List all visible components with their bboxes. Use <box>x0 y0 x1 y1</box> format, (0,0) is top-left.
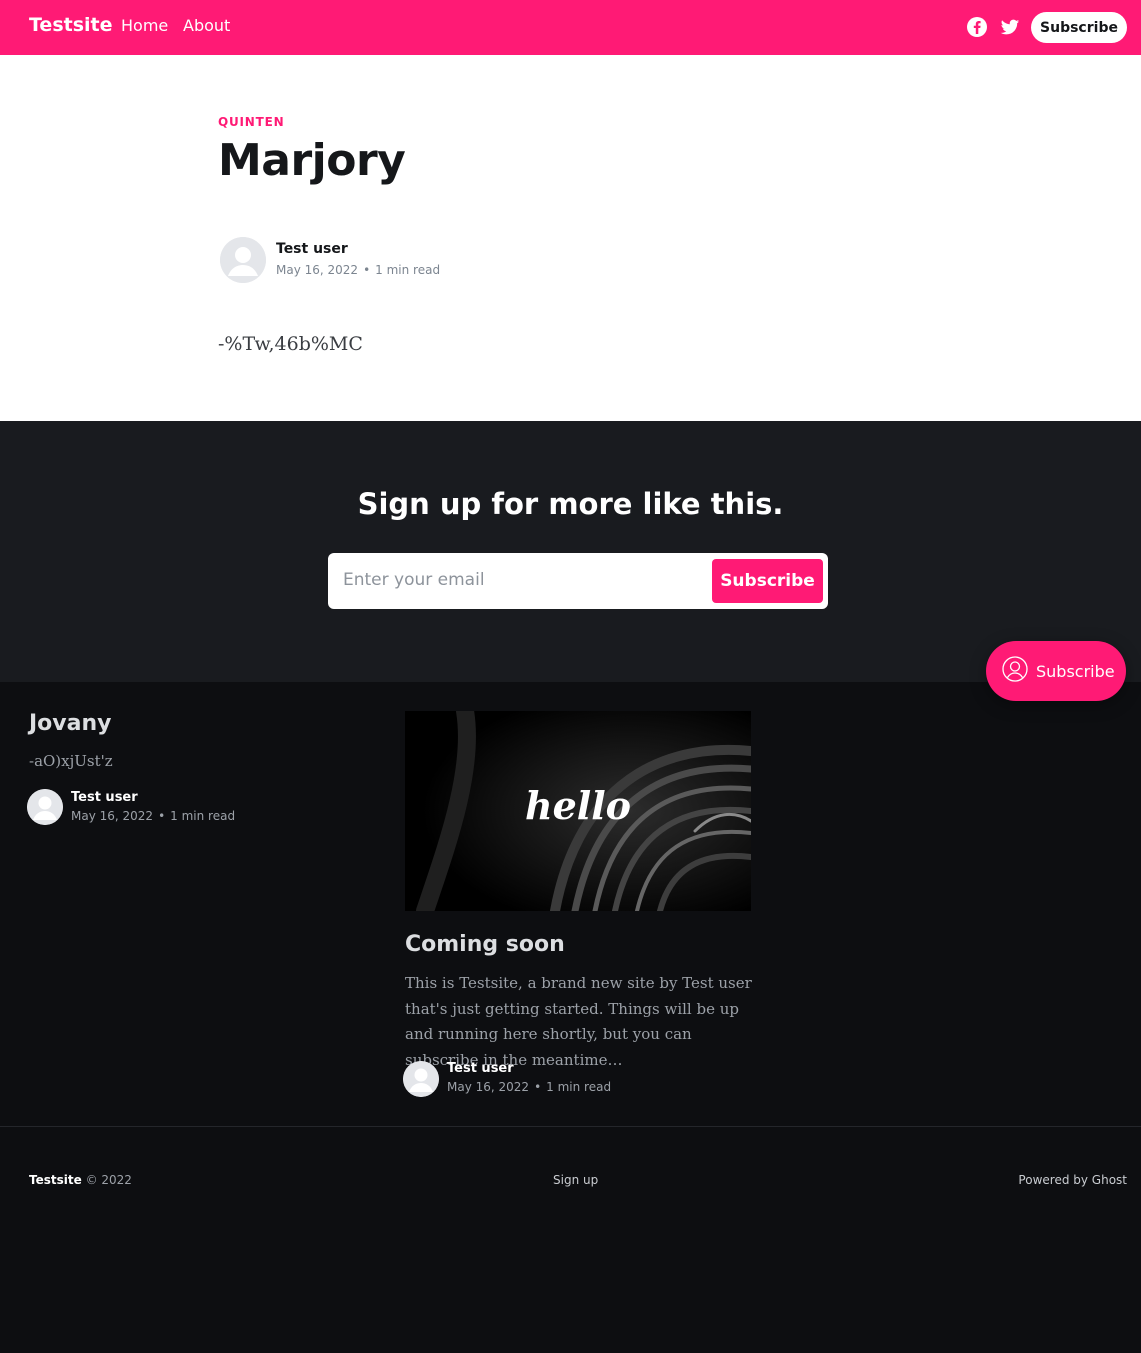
footer-signup-link[interactable]: Sign up <box>553 1173 598 1187</box>
footer-powered-by-link[interactable]: Powered by Ghost <box>1018 1173 1127 1187</box>
article: QUINTEN Marjory Test user May 16, 2022 • 1… <box>0 55 1141 421</box>
post-card-image-text: hello <box>524 783 632 828</box>
post-card-title[interactable]: Coming soon <box>405 932 565 957</box>
post-card-date: May 16, 2022 <box>447 1080 530 1094</box>
header-subscribe-button[interactable]: Subscribe <box>1031 12 1127 43</box>
post-card-title[interactable]: Jovany <box>29 711 112 736</box>
meta-separator: • <box>363 263 371 277</box>
footer-copyright: Testsite © 2022 <box>29 1173 132 1187</box>
post-card-date: May 16, 2022 <box>71 809 154 823</box>
article-tag[interactable]: QUINTEN <box>218 115 284 129</box>
site-header: Testsite Home About Subscribe <box>0 0 1141 55</box>
site-title[interactable]: Testsite <box>29 14 113 36</box>
meta-separator: • <box>534 1080 542 1094</box>
post-card-author[interactable]: Test user <box>71 790 138 805</box>
signup-form: Enter your email Subscribe <box>328 553 828 609</box>
footer-site-title[interactable]: Testsite <box>29 1173 82 1187</box>
post-card-meta: May 16, 2022 • 1 min read <box>71 809 235 823</box>
post-card-image[interactable]: hello <box>405 711 751 911</box>
post-card-meta: May 16, 2022 • 1 min read <box>447 1080 611 1094</box>
post-card-author[interactable]: Test user <box>447 1061 514 1076</box>
article-read-time: 1 min read <box>375 263 441 277</box>
signup-subscribe-button[interactable]: Subscribe <box>712 559 823 603</box>
user-circle-icon <box>1002 656 1036 686</box>
meta-separator: • <box>158 809 166 823</box>
email-input[interactable]: Enter your email <box>343 570 485 590</box>
portal-subscribe-button[interactable]: Subscribe <box>986 641 1126 701</box>
post-card-excerpt: -aO)xjUst'z <box>29 752 113 770</box>
nav-home-link[interactable]: Home <box>121 16 168 35</box>
article-body: -%Tw,46b%MC <box>218 333 363 355</box>
twitter-icon[interactable] <box>999 16 1021 38</box>
article-title: Marjory <box>218 135 406 186</box>
facebook-icon[interactable] <box>966 16 988 38</box>
nav-about-link[interactable]: About <box>183 16 230 35</box>
author-avatar[interactable] <box>220 237 266 283</box>
author-avatar[interactable] <box>403 1061 439 1097</box>
article-meta: May 16, 2022 • 1 min read <box>276 263 440 277</box>
footer-copyright-year: © 2022 <box>85 1173 132 1187</box>
author-name[interactable]: Test user <box>276 241 348 257</box>
post-feed: Jovany -aO)xjUst'z Test user May 16, 202… <box>0 682 1141 1127</box>
author-avatar[interactable] <box>27 789 63 825</box>
signup-section: Sign up for more like this. Enter your e… <box>0 421 1141 682</box>
article-date: May 16, 2022 <box>276 263 359 277</box>
portal-subscribe-label: Subscribe <box>1036 661 1115 681</box>
post-card-read-time: 1 min read <box>170 809 236 823</box>
post-card-read-time: 1 min read <box>546 1080 612 1094</box>
post-card-excerpt: This is Testsite, a brand new site by Te… <box>405 974 752 1069</box>
site-footer: Testsite © 2022 Sign up Powered by Ghost <box>0 1126 1141 1353</box>
signup-title: Sign up for more like this. <box>357 487 784 521</box>
